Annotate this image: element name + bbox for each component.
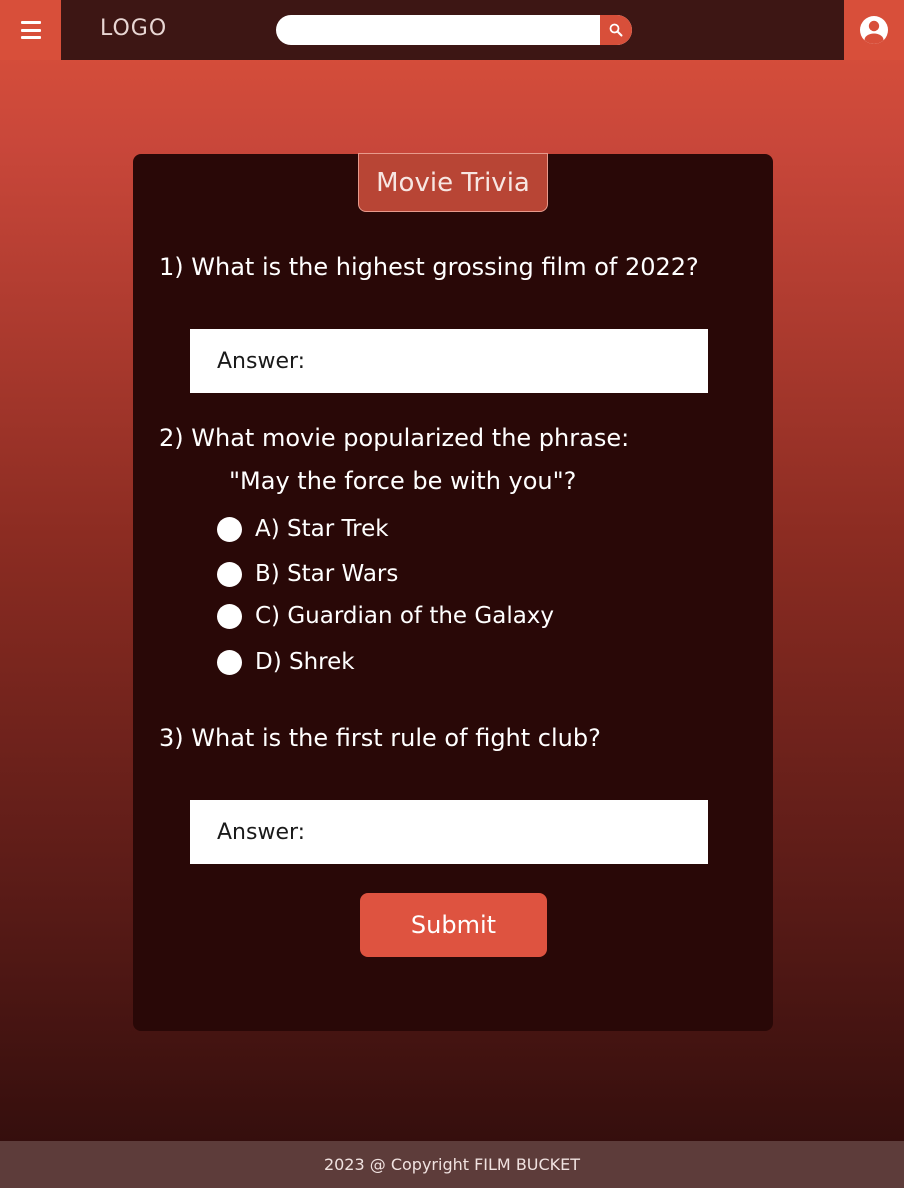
answer-1-input[interactable]: [190, 329, 708, 393]
radio-button[interactable]: [217, 561, 242, 587]
option-label: D) Shrek: [255, 649, 355, 675]
option-d[interactable]: D) Shrek: [217, 647, 355, 677]
menu-button[interactable]: [0, 0, 61, 60]
logo: LOGO: [100, 16, 168, 41]
search-button[interactable]: [600, 15, 632, 45]
card-title: Movie Trivia: [358, 153, 548, 212]
search-bar: [276, 15, 632, 45]
option-b[interactable]: B) Star Wars: [217, 559, 398, 589]
question-2: 2) What movie popularized the phrase:: [159, 424, 630, 452]
submit-button[interactable]: Submit: [360, 893, 547, 957]
question-2-quote: "May the force be with you"?: [229, 467, 577, 495]
account-button[interactable]: [844, 0, 904, 60]
user-account-icon: [860, 16, 888, 44]
option-label: A) Star Trek: [255, 516, 389, 542]
question-1: 1) What is the highest grossing film of …: [159, 253, 699, 281]
radio-button[interactable]: [217, 649, 242, 675]
option-label: C) Guardian of the Galaxy: [255, 603, 555, 629]
search-icon: [609, 23, 623, 37]
question-3: 3) What is the first rule of fight club?: [159, 724, 601, 752]
hamburger-menu-icon: [20, 21, 41, 39]
footer: 2023 @ Copyright FILM BUCKET: [0, 1141, 904, 1188]
top-bar: LOGO: [0, 0, 904, 60]
option-label: B) Star Wars: [255, 561, 399, 587]
option-c[interactable]: C) Guardian of the Galaxy: [217, 601, 554, 631]
radio-button[interactable]: [217, 516, 242, 542]
trivia-card: Movie Trivia 1) What is the highest gros…: [133, 153, 773, 1031]
answer-3-input[interactable]: [190, 800, 708, 864]
radio-button[interactable]: [217, 603, 242, 629]
search-input[interactable]: [276, 15, 600, 45]
copyright-text: 2023 @ Copyright FILM BUCKET: [323, 1155, 581, 1174]
option-a[interactable]: A) Star Trek: [217, 514, 389, 544]
